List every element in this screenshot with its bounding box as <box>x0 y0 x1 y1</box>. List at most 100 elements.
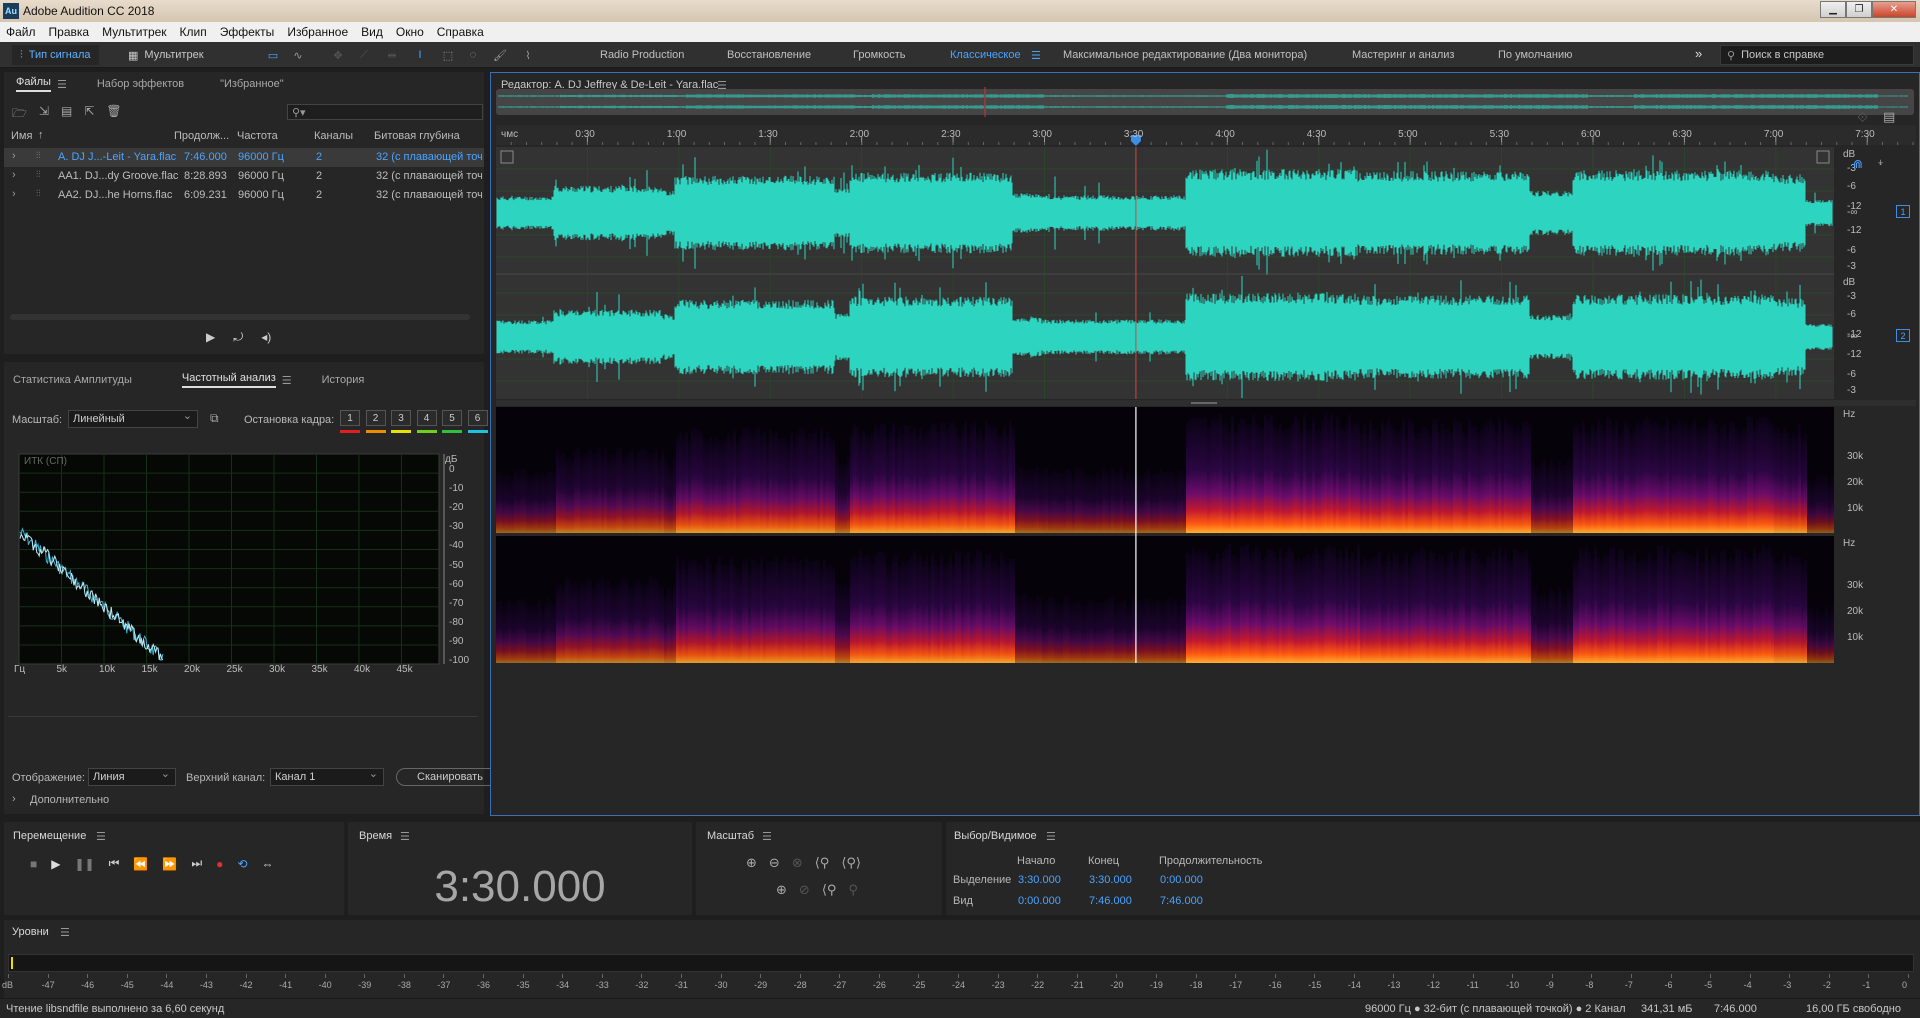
advanced-toggle[interactable]: Дополнительно <box>30 794 109 806</box>
workspace-classic[interactable]: Классическое <box>950 49 1021 61</box>
files-scrollbar[interactable] <box>10 314 470 320</box>
scan-button[interactable]: Сканировать <box>396 768 496 786</box>
delete-icon[interactable]: 🗑 <box>106 104 121 125</box>
new-file-icon[interactable]: ▤ <box>61 104 72 125</box>
menu-file[interactable]: Файл <box>6 25 36 39</box>
menu-view[interactable]: Вид <box>361 25 383 39</box>
col-channels[interactable]: Каналы <box>314 130 353 142</box>
fast-forward-icon[interactable]: ⏩ <box>162 857 177 871</box>
copy-icon[interactable]: ⧉ <box>210 411 219 426</box>
expand-chevron-icon[interactable]: › <box>12 188 16 200</box>
import-file-icon[interactable]: ⇲ <box>39 104 49 125</box>
workspace-restoration[interactable]: Восстановление <box>727 49 811 61</box>
selection-end-value[interactable]: 3:30.000 <box>1089 874 1132 886</box>
open-folder-icon[interactable]: 🗁 <box>12 104 27 125</box>
workspace-loudness[interactable]: Громкость <box>853 49 905 61</box>
expand-chevron-icon[interactable]: › <box>12 150 16 162</box>
workspace-radio-production[interactable]: Radio Production <box>600 49 684 61</box>
minimize-button[interactable]: ▁ <box>1820 1 1846 18</box>
display-select[interactable]: Линия <box>88 767 176 786</box>
table-row[interactable]: › ⫶⫶ AA2. DJ...he Horns.flac 6:09.231 96000 … <box>4 186 484 205</box>
menu-clip[interactable]: Клип <box>180 25 207 39</box>
channel-toggle-2[interactable]: 2 <box>1896 329 1910 342</box>
menu-multitrack[interactable]: Мультитрек <box>102 25 166 39</box>
go-to-start-icon[interactable]: ⏮ <box>109 856 120 871</box>
preview-loop-icon[interactable]: ⤾ <box>233 330 243 345</box>
col-rate[interactable]: Частота <box>237 130 278 142</box>
record-icon[interactable]: ● <box>216 857 223 871</box>
spectral-view-icon[interactable]: ∿ <box>290 47 306 63</box>
selection-duration-value[interactable]: 0:00.000 <box>1160 874 1203 886</box>
zoom-in-amplitude-icon[interactable]: ⊕ <box>746 855 757 871</box>
freeze-frame-button-2[interactable]: 2 <box>365 410 386 426</box>
workspace-mastering[interactable]: Мастеринг и анализ <box>1352 49 1454 61</box>
view-start-value[interactable]: 0:00.000 <box>1018 895 1061 907</box>
zoom-out-amplitude-icon[interactable]: ⊖ <box>769 855 780 871</box>
view-end-value[interactable]: 7:46.000 <box>1089 895 1132 907</box>
help-search-box[interactable]: ⚲ Поиск в справке <box>1720 45 1914 65</box>
freq-panel-menu-icon[interactable]: ☰ <box>282 374 292 387</box>
go-to-end-icon[interactable]: ⏭ <box>191 856 202 871</box>
view-duration-value[interactable]: 7:46.000 <box>1160 895 1203 907</box>
freeze-frame-button-1[interactable]: 1 <box>340 410 360 426</box>
time-menu-icon[interactable]: ☰ <box>400 830 410 843</box>
expand-chevron-icon[interactable]: › <box>12 169 16 181</box>
freeze-frame-button-4[interactable]: 4 <box>416 410 437 426</box>
tab-favorites[interactable]: "Избранное" <box>220 78 284 90</box>
table-row[interactable]: › ⫶⫶ AA1. DJ...dy Groove.flac 8:28.893 96000… <box>4 167 484 186</box>
menu-window[interactable]: Окно <box>396 25 424 39</box>
tab-history[interactable]: История <box>322 374 365 386</box>
files-search-input[interactable]: ⚲▾ <box>287 104 483 120</box>
pause-icon[interactable]: ❚❚ <box>74 857 94 871</box>
zoom-in-out-icon[interactable]: ⚲ <box>848 882 858 898</box>
preview-volume-icon[interactable]: ◂) <box>261 330 271 345</box>
freeze-frame-button-6[interactable]: 6 <box>467 410 488 426</box>
panel-menu-icon[interactable]: ☰ <box>57 78 67 91</box>
editor-canvas[interactable] <box>491 73 1919 815</box>
stop-icon[interactable]: ■ <box>30 857 37 871</box>
col-name[interactable]: Имя <box>11 130 32 142</box>
marker-pin-icon[interactable]: ⍖ <box>1877 155 1884 170</box>
zoom-in-time-icon[interactable]: ⟨⚲ <box>815 855 830 871</box>
time-selection-tool-icon[interactable]: I <box>412 47 428 63</box>
play-icon[interactable]: ▶ <box>51 857 60 871</box>
zoom-out-full-icon[interactable]: ⊗ <box>792 855 803 871</box>
tab-files[interactable]: Файлы <box>16 76 51 92</box>
skip-selection-icon[interactable]: ⇔ <box>261 857 273 871</box>
top-channel-select[interactable]: Канал 1 <box>270 767 384 786</box>
spot-healing-tool-icon[interactable]: ⌇ <box>520 47 536 63</box>
tab-amplitude-stats[interactable]: Статистика Амплитуды <box>13 374 132 386</box>
menu-help[interactable]: Справка <box>437 25 484 39</box>
zoom-out-time-icon[interactable]: ⟨⚲ <box>822 882 837 898</box>
channel-toggle-1[interactable]: 1 <box>1896 205 1910 218</box>
loop-icon[interactable]: ⟲ <box>237 857 247 871</box>
move-tool-icon[interactable]: ✥ <box>330 47 346 63</box>
waveform-view-icon[interactable]: ▭ <box>265 47 281 63</box>
freeze-frame-button-3[interactable]: 3 <box>391 410 411 426</box>
selection-start-value[interactable]: 3:30.000 <box>1018 874 1061 886</box>
zoom-in-time-alt-icon[interactable]: ⊕ <box>776 882 787 898</box>
menu-favorites[interactable]: Избранное <box>287 25 348 39</box>
brush-tool-icon[interactable]: 🖌 <box>492 47 508 63</box>
overflow-chevron-icon[interactable]: » <box>1695 46 1702 61</box>
insert-icon[interactable]: ⇱ <box>84 104 94 125</box>
workspace-max-editing[interactable]: Максимальное редактирование (Два монитор… <box>1063 49 1307 61</box>
freeze-frame-button-5[interactable]: 5 <box>442 410 462 426</box>
workspace-menu-icon[interactable]: ☰ <box>1031 49 1041 62</box>
marquee-tool-icon[interactable]: ⬚ <box>440 47 456 63</box>
preview-play-icon[interactable]: ▶ <box>206 330 215 345</box>
overview-settings-icon[interactable]: ▤ <box>1883 109 1895 125</box>
advanced-chevron-icon[interactable]: › <box>12 793 16 805</box>
snap-icon[interactable]: ⋒ <box>1853 157 1863 171</box>
selection-menu-icon[interactable]: ☰ <box>1046 830 1056 843</box>
zoom-out-horizontal-icon[interactable]: ⟐ <box>1857 109 1868 126</box>
close-button[interactable]: ✕ <box>1872 1 1916 18</box>
workspace-default[interactable]: По умолчанию <box>1498 49 1572 61</box>
lasso-tool-icon[interactable]: ◌ <box>465 47 481 63</box>
menu-edit[interactable]: Правка <box>49 25 90 39</box>
razor-tool-icon[interactable]: ⟋ <box>356 47 372 63</box>
rewind-icon[interactable]: ⏪ <box>133 857 148 871</box>
waveform-mode-button[interactable]: ⫶ Тип сигнала <box>12 45 99 65</box>
zoom-reset-icon[interactable]: ⊘ <box>799 882 810 898</box>
slip-tool-icon[interactable]: ⇹ <box>384 47 400 63</box>
